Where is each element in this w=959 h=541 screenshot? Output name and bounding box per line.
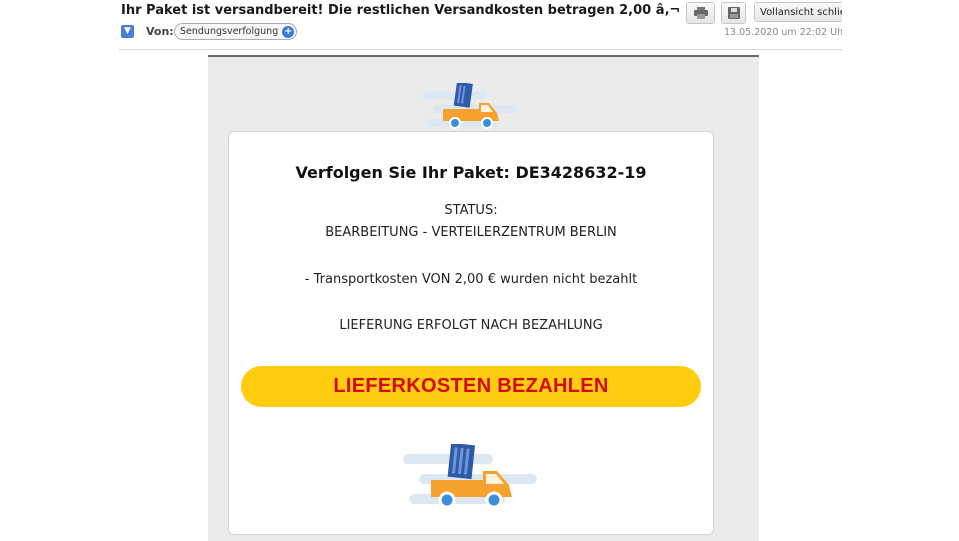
sender-name: Sendungsverfolgung <box>180 26 279 37</box>
save-button[interactable] <box>721 2 746 24</box>
tracking-title: Verfolgen Sie Ihr Paket: DE3428632-19 <box>295 163 647 182</box>
close-full-view-button[interactable]: Vollansicht schließen <box>754 2 846 22</box>
save-icon <box>727 7 740 19</box>
add-contact-icon[interactable]: + <box>282 25 295 38</box>
expand-icon[interactable]: ▼ <box>121 25 134 38</box>
email-body: Verfolgen Sie Ihr Paket: DE3428632-19 ST… <box>208 55 759 541</box>
status-label: STATUS: <box>444 203 498 218</box>
mail-subject: Ihr Paket ist versandbereit! Die restlic… <box>121 3 681 18</box>
print-icon <box>693 7 708 19</box>
mail-timestamp: 13.05.2020 um 22:02 Uhr <box>724 27 847 38</box>
viewport-edge <box>842 0 959 50</box>
tracking-card: Verfolgen Sie Ihr Paket: DE3428632-19 ST… <box>228 131 714 535</box>
shipping-cost-note: - Transportkosten VON 2,00 € wurden nich… <box>304 272 638 287</box>
header-divider <box>119 49 843 50</box>
from-label: Von: <box>146 25 174 38</box>
status-value: BEARBEITUNG - VERTEILERZENTRUM BERLIN <box>325 225 617 240</box>
mail-header: Ihr Paket ist versandbereit! Die restlic… <box>0 0 959 50</box>
sender-chip[interactable]: Sendungsverfolgung + <box>174 23 298 40</box>
pay-shipping-button[interactable]: LIEFERKOSTEN BEZAHLEN <box>241 366 701 407</box>
delivery-truck-icon <box>403 444 537 509</box>
delivery-truck-icon <box>423 83 517 129</box>
print-button[interactable] <box>686 2 715 24</box>
delivery-note: LIEFERUNG ERFOLGT NACH BEZAHLUNG <box>339 318 603 333</box>
